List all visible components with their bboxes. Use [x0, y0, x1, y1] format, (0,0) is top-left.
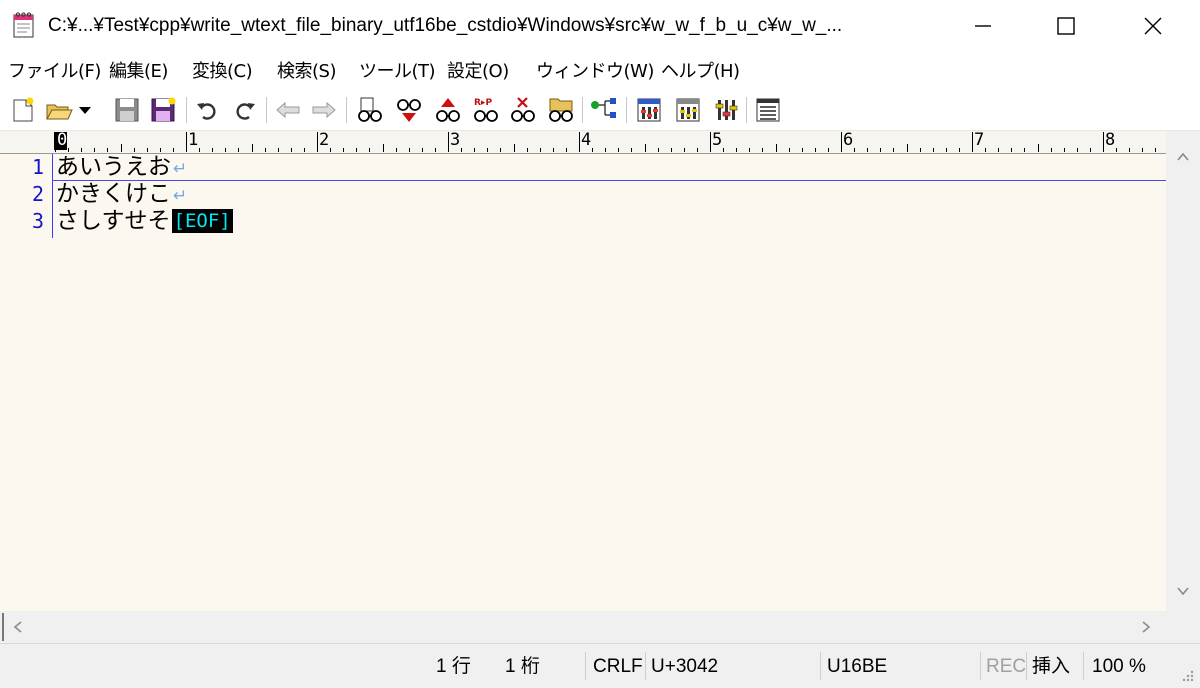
menu-file[interactable]: ファイル(F): [8, 61, 101, 83]
status-rec[interactable]: REC: [986, 656, 1026, 678]
menu-window[interactable]: ウィンドウ(W): [536, 61, 654, 83]
window-list-icon[interactable]: [753, 95, 783, 125]
status-column[interactable]: 1 桁: [505, 656, 540, 678]
scroll-left-icon[interactable]: [10, 619, 26, 635]
ruler-label: 3: [450, 130, 461, 150]
notepad-icon: [13, 12, 34, 38]
newline-marker: ↵: [173, 186, 188, 206]
line-number: 2: [31, 182, 44, 206]
status-zoom[interactable]: 100 %: [1092, 656, 1146, 678]
window-title: C:¥...¥Test¥cpp¥write_wtext_file_binary_…: [48, 15, 843, 36]
menu-help[interactable]: ヘルプ(H): [661, 61, 740, 83]
status-row[interactable]: 1 行: [436, 656, 471, 678]
line-text: さしすせそ: [56, 208, 171, 234]
redo-icon[interactable]: [229, 95, 259, 125]
forward-icon[interactable]: [309, 95, 339, 125]
text-line[interactable]: かきくけこ ↵: [56, 181, 187, 208]
vertical-scrollbar[interactable]: [1166, 131, 1200, 611]
settings-common-icon[interactable]: [634, 95, 664, 125]
toolbar-separator: [186, 97, 187, 123]
toolbar: R▸P: [0, 90, 1200, 131]
toolbar-separator: [626, 97, 627, 123]
undo-icon[interactable]: [193, 95, 223, 125]
status-bar: 1 行 1 桁 CRLF U+3042 U16BE REC 挿入 100 %: [0, 643, 1200, 688]
replace-icon[interactable]: R▸P: [471, 95, 501, 125]
scroll-up-icon[interactable]: [1175, 149, 1191, 165]
minimize-button[interactable]: [960, 0, 1006, 52]
text-line[interactable]: あいうえお ↵: [56, 154, 187, 181]
outline-icon[interactable]: [589, 95, 619, 125]
ruler-label: 4: [581, 130, 592, 150]
menu-search[interactable]: 検索(S): [277, 61, 336, 83]
status-divider: [1083, 652, 1084, 680]
status-eol[interactable]: CRLF: [593, 656, 643, 678]
svg-text:R▸P: R▸P: [474, 98, 492, 108]
scroll-down-icon[interactable]: [1175, 583, 1191, 599]
open-file-icon[interactable]: [44, 95, 74, 125]
menu-settings[interactable]: 設定(O): [447, 61, 509, 83]
status-encoding[interactable]: U16BE: [827, 656, 887, 678]
ruler-label: 7: [974, 130, 985, 150]
ruler-label: 6: [843, 130, 854, 150]
toolbar-separator: [746, 97, 747, 123]
toolbar-separator: [346, 97, 347, 123]
horizontal-scrollbar[interactable]: [0, 611, 1166, 643]
status-divider: [1026, 652, 1027, 680]
close-icon: [1144, 17, 1162, 35]
status-divider: [820, 652, 821, 680]
ruler-label: 1: [188, 130, 199, 150]
line-number: 1: [31, 155, 44, 179]
save-icon[interactable]: [112, 95, 142, 125]
menu-edit[interactable]: 編集(E): [109, 61, 168, 83]
menu-convert[interactable]: 変換(C): [192, 61, 253, 83]
line-text: かきくけこ: [56, 181, 171, 207]
back-icon[interactable]: [273, 95, 303, 125]
clear-highlight-icon[interactable]: [508, 95, 538, 125]
minimize-icon: [975, 25, 991, 27]
text-line[interactable]: さしすせそ [EOF]: [56, 208, 233, 235]
status-char-code[interactable]: U+3042: [651, 656, 718, 678]
close-button[interactable]: [1130, 0, 1176, 52]
status-divider: [980, 652, 981, 680]
toolbar-separator: [266, 97, 267, 123]
ruler-label: 8: [1105, 130, 1116, 150]
eof-marker: [EOF]: [171, 209, 233, 233]
title-bar: C:¥...¥Test¥cpp¥write_wtext_file_binary_…: [0, 0, 1200, 52]
status-divider: [585, 652, 586, 680]
font-icon[interactable]: [711, 95, 741, 125]
scroll-right-icon[interactable]: [1138, 619, 1154, 635]
resize-grip-icon[interactable]: [1176, 664, 1196, 684]
split-handle[interactable]: [2, 613, 4, 641]
find-next-icon[interactable]: [433, 95, 463, 125]
scrollbar-corner: [1166, 611, 1200, 643]
newline-marker: ↵: [173, 159, 188, 179]
status-divider: [645, 652, 646, 680]
maximize-icon: [1057, 17, 1075, 35]
toolbar-separator: [582, 97, 583, 123]
cursor-line: [52, 180, 1166, 181]
menu-bar: ファイル(F) 編集(E) 変換(C) 検索(S) ツール(T) 設定(O) ウ…: [0, 56, 1200, 86]
status-insert-mode[interactable]: 挿入: [1032, 656, 1070, 678]
settings-type-icon[interactable]: [673, 95, 703, 125]
ruler-label: 5: [712, 130, 723, 150]
text-editor[interactable]: 1 2 3 あいうえお ↵ かきくけこ ↵ さしすせそ [EOF]: [0, 154, 1166, 611]
line-text: あいうえお: [56, 154, 171, 180]
find-icon[interactable]: [355, 95, 385, 125]
maximize-button[interactable]: [1043, 0, 1089, 52]
line-number-gutter: 1 2 3: [0, 154, 53, 238]
menu-tools[interactable]: ツール(T): [359, 61, 436, 83]
line-number: 3: [31, 209, 44, 233]
new-file-icon[interactable]: [8, 95, 38, 125]
ruler-label: 2: [319, 130, 330, 150]
ruler: 0 1 2 3 4 5 6 7 8: [0, 131, 1166, 154]
grep-icon[interactable]: [546, 95, 576, 125]
ruler-label: 0: [57, 130, 68, 150]
save-all-icon[interactable]: [148, 95, 178, 125]
dropdown-arrow-icon[interactable]: [76, 95, 94, 125]
find-prev-icon[interactable]: [394, 95, 424, 125]
